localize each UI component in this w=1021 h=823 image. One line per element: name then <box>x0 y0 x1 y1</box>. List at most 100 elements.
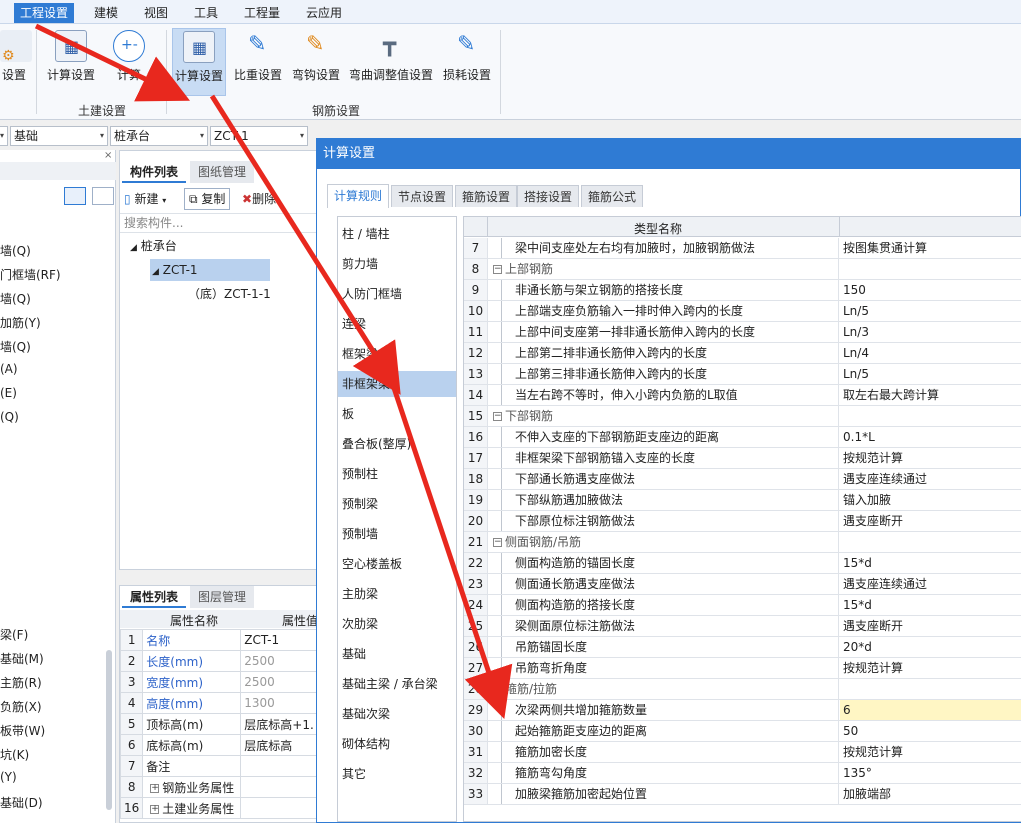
category-item[interactable]: 人防门框墙 <box>338 281 456 307</box>
delete-button[interactable]: ✖删除 <box>242 189 276 209</box>
list-view-icon[interactable] <box>64 187 86 205</box>
menu-modeling[interactable]: 建模 <box>94 4 118 22</box>
table-row[interactable]: 9 非通长筋与架立钢筋的搭接长度 150 <box>464 280 1021 301</box>
tab-layer-management[interactable]: 图层管理 <box>190 586 255 608</box>
table-row[interactable]: 19 下部纵筋遇加腋做法 锚入加腋 <box>464 490 1021 511</box>
type-combo[interactable]: 基础 ▾ <box>10 126 108 146</box>
setting-value[interactable]: 按规范计算 <box>840 742 1021 762</box>
setting-value[interactable]: 遇支座断开 <box>840 511 1021 531</box>
search-input[interactable]: 搜索构件... <box>120 213 318 233</box>
grid-view-icon[interactable] <box>92 187 114 205</box>
subtype-combo[interactable]: 桩承台 ▾ <box>110 126 208 146</box>
civil-calc-settings-button[interactable]: ▦ 计算设置 <box>44 28 98 96</box>
tab-node-settings[interactable]: 节点设置 <box>391 185 454 207</box>
category-item[interactable]: 基础主梁 / 承台梁 <box>338 671 456 697</box>
table-row[interactable]: 32 箍筋弯勾角度 135° <box>464 763 1021 784</box>
nav-item[interactable]: (Q) <box>0 410 19 424</box>
rebar-calc-settings-button[interactable]: ▦ 计算设置 <box>172 28 226 96</box>
nav-item[interactable]: 门框墙(RF) <box>0 266 61 283</box>
loss-settings-button[interactable]: ✎ 损耗设置 <box>440 28 494 96</box>
tab-lap-settings[interactable]: 搭接设置 <box>517 185 580 207</box>
tree-node-pile-cap[interactable]: ◢ 桩承台 <box>130 237 177 257</box>
setting-value[interactable]: 6 <box>840 700 1021 720</box>
collapse-icon[interactable]: − <box>493 265 502 274</box>
expand-icon[interactable]: + <box>150 783 160 793</box>
table-row[interactable]: 13 上部第三排非通长筋伸入跨内的长度 Ln/5 <box>464 364 1021 385</box>
table-row[interactable]: 26 吊筋锚固长度 20*d <box>464 637 1021 658</box>
category-item[interactable]: 叠合板(整厚) <box>338 431 456 457</box>
setting-value[interactable]: 20*d <box>840 637 1021 657</box>
copy-button[interactable]: ⧉ 复制 <box>184 188 231 210</box>
menu-cloud[interactable]: 云应用 <box>306 4 342 22</box>
table-row[interactable]: 7 梁中间支座处左右均有加腋时，加腋钢筋做法 按图集贯通计算 <box>464 238 1021 259</box>
table-row[interactable]: 24 侧面构造筋的搭接长度 15*d <box>464 595 1021 616</box>
category-item[interactable]: 主肋梁 <box>338 581 456 607</box>
setting-value[interactable]: Ln/3 <box>840 322 1021 342</box>
category-item[interactable]: 基础次梁 <box>338 701 456 727</box>
nav-item[interactable]: 加筋(Y) <box>0 314 41 331</box>
tree-node-zct1[interactable]: ◢ ZCT-1 <box>150 259 270 281</box>
tab-drawing-management[interactable]: 图纸管理 <box>190 161 255 183</box>
category-item[interactable]: 预制梁 <box>338 491 456 517</box>
table-row[interactable]: 29 次梁两侧共增加箍筋数量 6 <box>464 700 1021 721</box>
tab-component-list[interactable]: 构件列表 <box>122 161 187 183</box>
category-item[interactable]: 柱 / 墙柱 <box>338 221 456 247</box>
grid-group-row[interactable]: 21− 侧面钢筋/吊筋 <box>464 532 1021 553</box>
table-row[interactable]: 33 加腋梁箍筋加密起始位置 加腋端部 <box>464 784 1021 805</box>
category-item[interactable]: 剪力墙 <box>338 251 456 277</box>
table-row[interactable]: 1 名称 ZCT-1 <box>119 629 318 651</box>
table-row[interactable]: 2 长度(mm) 2500 <box>119 650 318 672</box>
setting-value[interactable]: 按图集贯通计算 <box>840 238 1021 258</box>
table-row[interactable]: 8 + 钢筋业务属性 <box>119 776 318 798</box>
category-item[interactable]: 基础 <box>338 641 456 667</box>
table-row[interactable]: 25 梁侧面原位标注筋做法 遇支座断开 <box>464 616 1021 637</box>
setting-value[interactable]: Ln/4 <box>840 343 1021 363</box>
setting-value[interactable]: Ln/5 <box>840 301 1021 321</box>
collapse-icon[interactable]: − <box>493 685 502 694</box>
grid-group-row[interactable]: 8− 上部钢筋 <box>464 259 1021 280</box>
table-row[interactable]: 18 下部通长筋遇支座做法 遇支座连续通过 <box>464 469 1021 490</box>
table-row[interactable]: 10 上部端支座负筋输入一排时伸入跨内的长度 Ln/5 <box>464 301 1021 322</box>
tree-node-zct1-1[interactable]: （底）ZCT-1-1 <box>188 285 271 303</box>
menu-tools[interactable]: 工具 <box>194 4 218 22</box>
nav-item[interactable]: (Y) <box>0 770 17 784</box>
setting-value[interactable]: 15*d <box>840 553 1021 573</box>
setting-value[interactable]: 0.1*L <box>840 427 1021 447</box>
category-item[interactable]: 预制柱 <box>338 461 456 487</box>
setting-value[interactable]: 按规范计算 <box>840 658 1021 678</box>
category-item[interactable]: 板 <box>338 401 456 427</box>
grid-group-row[interactable]: 15− 下部钢筋 <box>464 406 1021 427</box>
collapse-icon[interactable]: − <box>493 412 502 421</box>
category-item[interactable]: 其它 <box>338 761 456 787</box>
category-item[interactable]: 砌体结构 <box>338 731 456 757</box>
category-item[interactable]: 连梁 <box>338 311 456 337</box>
setting-value[interactable]: 50 <box>840 721 1021 741</box>
expand-icon[interactable]: + <box>150 804 160 814</box>
tab-calc-rules[interactable]: 计算规则 <box>327 184 390 208</box>
setting-value[interactable]: 遇支座连续通过 <box>840 469 1021 489</box>
grid-group-row[interactable]: 28− 箍筋/拉筋 <box>464 679 1021 700</box>
bend-adjust-settings-button[interactable]: ┳ 弯曲调整值设置 <box>348 28 434 96</box>
menu-project-settings[interactable]: 工程设置 <box>14 3 75 23</box>
nav-item[interactable]: 负筋(X) <box>0 698 42 715</box>
nav-item[interactable]: (A) <box>0 362 18 376</box>
nav-item[interactable]: 坑(K) <box>0 746 29 763</box>
menu-quantity[interactable]: 工程量 <box>244 4 280 22</box>
nav-item[interactable]: 墙(Q) <box>0 338 31 355</box>
table-row[interactable]: 30 起始箍筋距支座边的距离 50 <box>464 721 1021 742</box>
table-row[interactable]: 12 上部第二排非通长筋伸入跨内的长度 Ln/4 <box>464 343 1021 364</box>
nav-item[interactable]: 梁(F) <box>0 626 28 643</box>
civil-calc-button[interactable]: +- 计算 <box>104 28 154 96</box>
tab-stirrup-formula[interactable]: 箍筋公式 <box>581 185 644 207</box>
setting-value[interactable]: 取左右最大跨计算 <box>840 385 1021 405</box>
table-row[interactable]: 4 高度(mm) 1300 <box>119 692 318 714</box>
category-item[interactable]: 空心楼盖板 <box>338 551 456 577</box>
table-row[interactable]: 16 + 土建业务属性 <box>119 797 318 819</box>
density-settings-button[interactable]: ✎ 比重设置 <box>232 28 284 96</box>
new-button[interactable]: ▯ 新建 ▾ <box>124 189 166 209</box>
table-row[interactable]: 16 不伸入支座的下部钢筋距支座边的距离 0.1*L <box>464 427 1021 448</box>
menu-view[interactable]: 视图 <box>144 4 168 22</box>
setting-value[interactable]: 15*d <box>840 595 1021 615</box>
collapse-icon[interactable]: − <box>493 538 502 547</box>
setting-value[interactable]: 加腋端部 <box>840 784 1021 804</box>
